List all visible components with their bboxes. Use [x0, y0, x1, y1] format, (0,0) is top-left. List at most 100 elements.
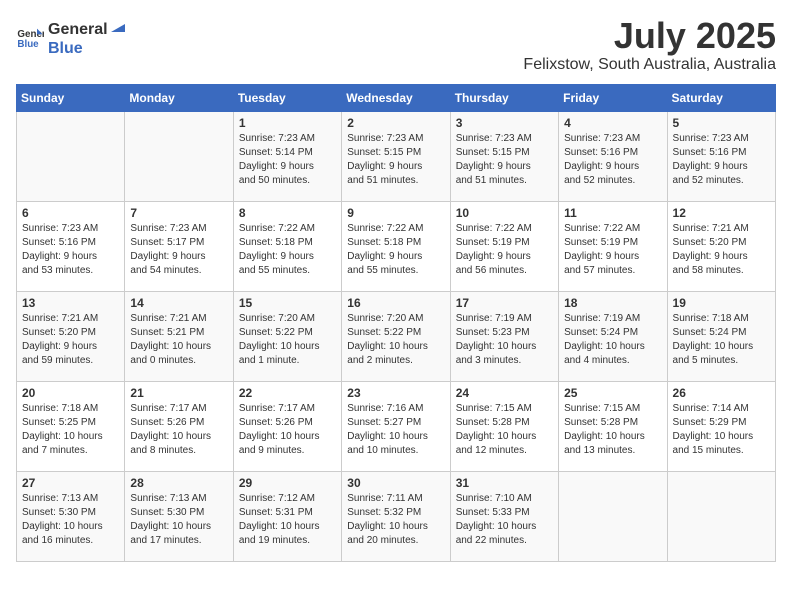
day-info: Sunrise: 7:10 AM Sunset: 5:33 PM Dayligh… [456, 492, 553, 548]
day-number: 20 [22, 386, 119, 400]
day-info: Sunrise: 7:23 AM Sunset: 5:15 PM Dayligh… [456, 132, 553, 188]
calendar-cell: 29 Sunrise: 7:12 AM Sunset: 5:31 PM Dayli… [233, 471, 341, 561]
calendar-week-3: 13Sunrise: 7:21 AM Sunset: 5:20 PM Dayli… [17, 291, 776, 381]
day-info: Sunrise: 7:21 AM Sunset: 5:20 PM Dayligh… [22, 312, 119, 368]
header: General Blue General Blue July 2025 Feli… [16, 16, 776, 74]
calendar-cell: 28 Sunrise: 7:13 AM Sunset: 5:30 PM Dayli… [125, 471, 233, 561]
weekday-header-saturday: Saturday [667, 84, 775, 111]
calendar-cell: 21 Sunrise: 7:17 AM Sunset: 5:26 PM Dayli… [125, 381, 233, 471]
weekday-header-tuesday: Tuesday [233, 84, 341, 111]
calendar-cell: 1Sunrise: 7:23 AM Sunset: 5:14 PM Daylig… [233, 111, 341, 201]
day-number: 6 [22, 206, 119, 220]
logo-general: General [48, 20, 108, 39]
day-number: 16 [347, 296, 444, 310]
calendar-cell: 17Sunrise: 7:19 AM Sunset: 5:23 PM Dayli… [450, 291, 558, 381]
calendar-cell: 2 Sunrise: 7:23 AM Sunset: 5:15 PM Daylig… [342, 111, 450, 201]
calendar-cell [667, 471, 775, 561]
calendar-cell: 12 Sunrise: 7:21 AM Sunset: 5:20 PM Dayli… [667, 201, 775, 291]
day-number: 3 [456, 116, 553, 130]
day-number: 11 [564, 206, 661, 220]
weekday-header-sunday: Sunday [17, 84, 125, 111]
calendar-cell [125, 111, 233, 201]
calendar-cell: 6 Sunrise: 7:23 AM Sunset: 5:16 PM Daylig… [17, 201, 125, 291]
day-info: Sunrise: 7:15 AM Sunset: 5:28 PM Dayligh… [564, 402, 661, 458]
month-title: July 2025 [523, 16, 776, 56]
calendar-cell: 13Sunrise: 7:21 AM Sunset: 5:20 PM Dayli… [17, 291, 125, 381]
day-info: Sunrise: 7:23 AM Sunset: 5:16 PM Dayligh… [564, 132, 661, 188]
day-number: 29 [239, 476, 336, 490]
calendar-week-4: 20 Sunrise: 7:18 AM Sunset: 5:25 PM Dayli… [17, 381, 776, 471]
calendar-week-5: 27 Sunrise: 7:13 AM Sunset: 5:30 PM Dayli… [17, 471, 776, 561]
calendar-cell: 20 Sunrise: 7:18 AM Sunset: 5:25 PM Dayli… [17, 381, 125, 471]
day-info: Sunrise: 7:15 AM Sunset: 5:28 PM Dayligh… [456, 402, 553, 458]
day-info: Sunrise: 7:11 AM Sunset: 5:32 PM Dayligh… [347, 492, 444, 548]
day-info: Sunrise: 7:18 AM Sunset: 5:25 PM Dayligh… [22, 402, 119, 458]
day-info: Sunrise: 7:22 AM Sunset: 5:19 PM Dayligh… [564, 222, 661, 278]
day-number: 17 [456, 296, 553, 310]
day-number: 26 [673, 386, 770, 400]
calendar-cell: 14 Sunrise: 7:21 AM Sunset: 5:21 PM Dayli… [125, 291, 233, 381]
calendar-cell: 31 Sunrise: 7:10 AM Sunset: 5:33 PM Dayli… [450, 471, 558, 561]
day-number: 28 [130, 476, 227, 490]
day-info: Sunrise: 7:20 AM Sunset: 5:22 PM Dayligh… [239, 312, 336, 368]
weekday-header-friday: Friday [559, 84, 667, 111]
calendar-cell: 7Sunrise: 7:23 AM Sunset: 5:17 PM Daylig… [125, 201, 233, 291]
logo-icon: General Blue [16, 23, 44, 51]
day-number: 27 [22, 476, 119, 490]
day-number: 18 [564, 296, 661, 310]
calendar-cell: 22Sunrise: 7:17 AM Sunset: 5:26 PM Dayli… [233, 381, 341, 471]
day-info: Sunrise: 7:23 AM Sunset: 5:15 PM Dayligh… [347, 132, 444, 188]
calendar-cell: 16 Sunrise: 7:20 AM Sunset: 5:22 PM Dayli… [342, 291, 450, 381]
day-number: 19 [673, 296, 770, 310]
calendar-cell [559, 471, 667, 561]
day-number: 12 [673, 206, 770, 220]
day-number: 21 [130, 386, 227, 400]
calendar-cell: 3 Sunrise: 7:23 AM Sunset: 5:15 PM Daylig… [450, 111, 558, 201]
day-info: Sunrise: 7:21 AM Sunset: 5:20 PM Dayligh… [673, 222, 770, 278]
day-number: 23 [347, 386, 444, 400]
day-info: Sunrise: 7:18 AM Sunset: 5:24 PM Dayligh… [673, 312, 770, 368]
day-number: 7 [130, 206, 227, 220]
day-info: Sunrise: 7:17 AM Sunset: 5:26 PM Dayligh… [130, 402, 227, 458]
day-info: Sunrise: 7:22 AM Sunset: 5:18 PM Dayligh… [347, 222, 444, 278]
day-number: 10 [456, 206, 553, 220]
calendar-cell: 4 Sunrise: 7:23 AM Sunset: 5:16 PM Daylig… [559, 111, 667, 201]
day-info: Sunrise: 7:14 AM Sunset: 5:29 PM Dayligh… [673, 402, 770, 458]
day-info: Sunrise: 7:20 AM Sunset: 5:22 PM Dayligh… [347, 312, 444, 368]
weekday-header-monday: Monday [125, 84, 233, 111]
day-info: Sunrise: 7:21 AM Sunset: 5:21 PM Dayligh… [130, 312, 227, 368]
day-info: Sunrise: 7:16 AM Sunset: 5:27 PM Dayligh… [347, 402, 444, 458]
day-number: 9 [347, 206, 444, 220]
calendar-cell: 11 Sunrise: 7:22 AM Sunset: 5:19 PM Dayli… [559, 201, 667, 291]
day-number: 8 [239, 206, 336, 220]
day-number: 31 [456, 476, 553, 490]
day-info: Sunrise: 7:23 AM Sunset: 5:16 PM Dayligh… [673, 132, 770, 188]
day-number: 30 [347, 476, 444, 490]
day-number: 5 [673, 116, 770, 130]
day-info: Sunrise: 7:19 AM Sunset: 5:24 PM Dayligh… [564, 312, 661, 368]
day-number: 24 [456, 386, 553, 400]
day-number: 25 [564, 386, 661, 400]
day-info: Sunrise: 7:17 AM Sunset: 5:26 PM Dayligh… [239, 402, 336, 458]
calendar-cell: 19 Sunrise: 7:18 AM Sunset: 5:24 PM Dayli… [667, 291, 775, 381]
calendar-cell: 8Sunrise: 7:22 AM Sunset: 5:18 PM Daylig… [233, 201, 341, 291]
day-number: 2 [347, 116, 444, 130]
svg-text:Blue: Blue [17, 39, 39, 50]
day-info: Sunrise: 7:12 AM Sunset: 5:31 PM Dayligh… [239, 492, 336, 548]
calendar-cell: 18 Sunrise: 7:19 AM Sunset: 5:24 PM Dayli… [559, 291, 667, 381]
location-title: Felixstow, South Australia, Australia [523, 56, 776, 74]
day-number: 14 [130, 296, 227, 310]
day-number: 15 [239, 296, 336, 310]
calendar-cell: 15 Sunrise: 7:20 AM Sunset: 5:22 PM Dayli… [233, 291, 341, 381]
calendar-cell: 10Sunrise: 7:22 AM Sunset: 5:19 PM Dayli… [450, 201, 558, 291]
calendar-cell: 26 Sunrise: 7:14 AM Sunset: 5:29 PM Dayli… [667, 381, 775, 471]
day-number: 4 [564, 116, 661, 130]
day-info: Sunrise: 7:13 AM Sunset: 5:30 PM Dayligh… [130, 492, 227, 548]
day-info: Sunrise: 7:13 AM Sunset: 5:30 PM Dayligh… [22, 492, 119, 548]
calendar-cell: 24 Sunrise: 7:15 AM Sunset: 5:28 PM Dayli… [450, 381, 558, 471]
day-info: Sunrise: 7:23 AM Sunset: 5:16 PM Dayligh… [22, 222, 119, 278]
weekday-header-wednesday: Wednesday [342, 84, 450, 111]
logo-blue: Blue [48, 40, 83, 57]
calendar-cell [17, 111, 125, 201]
calendar-cell: 23 Sunrise: 7:16 AM Sunset: 5:27 PM Dayli… [342, 381, 450, 471]
